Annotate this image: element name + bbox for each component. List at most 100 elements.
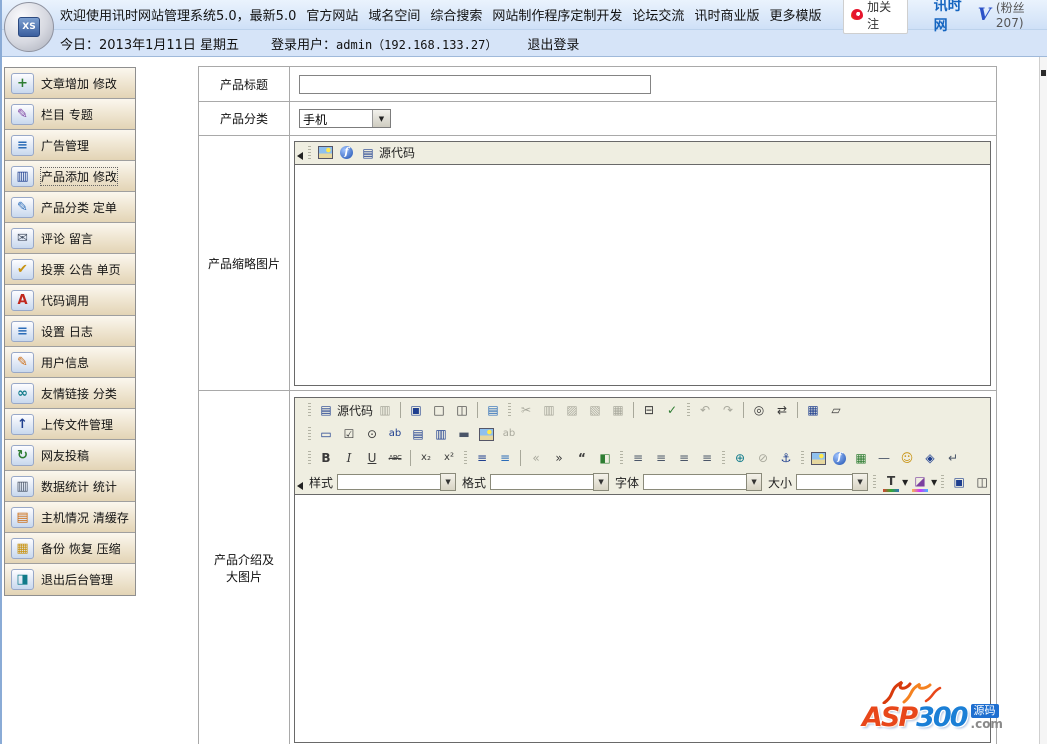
sidebar-item-ad-manage[interactable]: ≡ 广告管理 (5, 130, 135, 161)
insert-button-button[interactable]: ▬ (455, 423, 476, 445)
outdent-button[interactable]: « (527, 447, 548, 469)
align-justify-button[interactable]: ≡ (698, 447, 719, 469)
combo-value-box[interactable] (490, 474, 593, 490)
sidebar-item-code-call[interactable]: A 代码调用 (5, 285, 135, 316)
style-combo[interactable]: 样式 ▼ (309, 473, 456, 491)
paste-word-button[interactable]: ▦ (609, 399, 630, 421)
subscript-button[interactable]: x₂ (417, 447, 438, 469)
dropdown-arrow-icon[interactable]: ▼ (440, 473, 456, 491)
dropdown-arrow-icon[interactable]: ▼ (746, 473, 762, 491)
combo-value-box[interactable] (643, 474, 746, 490)
horizontal-rule-button[interactable]: — (875, 447, 896, 469)
align-right-button[interactable]: ≡ (675, 447, 696, 469)
size-combo[interactable]: 大小 ▼ (768, 473, 868, 491)
superscript-button[interactable]: x² (440, 447, 461, 469)
sidebar-item-column-topic[interactable]: ✎ 栏目 专题 (5, 99, 135, 130)
unlink-button[interactable]: ⊘ (754, 447, 775, 469)
paste-text-button[interactable]: ▧ (586, 399, 607, 421)
spellcheck-button[interactable]: ✓ (663, 399, 684, 421)
templates-button[interactable]: ▤ (484, 399, 505, 421)
remove-format-button[interactable]: ▱ (827, 399, 848, 421)
anchor-button[interactable]: ⚓ (777, 447, 798, 469)
blockquote-button[interactable]: “ (573, 447, 594, 469)
sidebar-item-upload-file-manage[interactable]: ↑ 上传文件管理 (5, 409, 135, 440)
dropdown-arrow-icon[interactable]: ▼ (372, 110, 390, 127)
product-category-select[interactable]: 手机 ▼ (299, 109, 391, 128)
underline-button[interactable]: U (363, 447, 384, 469)
insert-textfield-button[interactable]: ab (386, 423, 407, 445)
insert-radio-button[interactable]: ⊙ (363, 423, 384, 445)
strikethrough-button[interactable]: ABC (386, 447, 407, 469)
weibo-follow-button[interactable]: 加关注 (843, 0, 907, 34)
special-char-button[interactable]: ◈ (921, 447, 942, 469)
font-combo[interactable]: 字体 ▼ (615, 473, 762, 491)
replace-button[interactable]: ⇄ (773, 399, 794, 421)
undo-button[interactable]: ↶ (696, 399, 717, 421)
select-all-button[interactable]: ▦ (804, 399, 825, 421)
product-title-input[interactable] (299, 75, 651, 94)
unordered-list-button[interactable]: ≡ (496, 447, 517, 469)
nav-domain-space[interactable]: 域名空间 (368, 5, 420, 24)
redo-button[interactable]: ↷ (719, 399, 740, 421)
paste-button[interactable]: ▨ (563, 399, 584, 421)
maximize-button[interactable]: ▣ (950, 471, 971, 493)
print-button[interactable]: ⊟ (640, 399, 661, 421)
text-color-button[interactable]: T▾ (882, 471, 909, 493)
insert-flash-button[interactable]: f (832, 447, 850, 469)
dropdown-arrow-icon[interactable]: ▼ (593, 473, 609, 491)
insert-image-button[interactable] (810, 447, 830, 469)
combo-value-box[interactable] (796, 474, 852, 490)
insert-image-button[interactable] (317, 142, 337, 164)
smiley-button[interactable]: ☺ (898, 447, 919, 469)
bold-button[interactable]: B (317, 447, 338, 469)
format-combo[interactable]: 格式 ▼ (462, 473, 609, 491)
cut-button[interactable]: ✂ (517, 399, 538, 421)
sidebar-item-settings-log[interactable]: ≡ 设置 日志 (5, 316, 135, 347)
sidebar-item-user-submission[interactable]: ↻ 网友投稿 (5, 440, 135, 471)
nav-official-site[interactable]: 官方网站 (306, 5, 358, 24)
div-container-button[interactable]: ◧ (596, 447, 617, 469)
ordered-list-button[interactable]: ≡ (473, 447, 494, 469)
toolbar-collapse-icon[interactable] (297, 152, 303, 160)
sidebar-item-backup-restore[interactable]: ▦ 备份 恢复 压缩 (5, 533, 135, 564)
sidebar-item-product-category-order[interactable]: ✎ 产品分类 定单 (5, 192, 135, 223)
insert-textarea-button[interactable]: ▤ (409, 423, 430, 445)
background-color-button[interactable]: ◪▾ (911, 471, 938, 493)
sidebar-item-exit-admin[interactable]: ◨ 退出后台管理 (5, 564, 135, 595)
new-page-button[interactable]: □ (430, 399, 451, 421)
show-blocks-button[interactable]: ◫ (973, 471, 994, 493)
italic-button[interactable]: I (340, 447, 361, 469)
sidebar-item-article-add-modify[interactable]: + 文章增加 修改 (5, 68, 135, 99)
insert-hidden-field-button[interactable]: ab (500, 423, 521, 445)
logout-link[interactable]: 退出登录 (527, 34, 579, 53)
insert-form-button[interactable]: ▭ (317, 423, 338, 445)
sidebar-item-vote-notice-page[interactable]: ✔ 投票 公告 单页 (5, 254, 135, 285)
nav-meta-search[interactable]: 综合搜索 (430, 5, 482, 24)
page-break-button[interactable]: ↵ (944, 447, 965, 469)
preview-button[interactable]: ◫ (453, 399, 474, 421)
align-left-button[interactable]: ≡ (629, 447, 650, 469)
sidebar-item-data-statistics[interactable]: ▥ 数据统计 统计 (5, 471, 135, 502)
nav-site-dev-custom[interactable]: 网站制作程序定制开发 (492, 5, 622, 24)
source-button[interactable]: ▤源代码 (317, 399, 374, 421)
nav-more-templates[interactable]: 更多模版 (769, 5, 821, 24)
save-button[interactable]: ▣ (407, 399, 428, 421)
vertical-scrollbar[interactable] (1039, 57, 1047, 744)
insert-link-button[interactable]: ⊕ (731, 447, 752, 469)
dropdown-arrow-icon[interactable]: ▼ (852, 473, 868, 491)
scrollbar-handle[interactable] (1041, 70, 1046, 76)
insert-flash-button[interactable]: f (339, 142, 357, 164)
insert-checkbox-button[interactable]: ☑ (340, 423, 361, 445)
toolbar-collapse-icon[interactable] (297, 482, 303, 490)
docprops-button[interactable]: ▥ (376, 399, 397, 421)
sidebar-item-comment-message[interactable]: ✉ 评论 留言 (5, 223, 135, 254)
copy-button[interactable]: ▥ (540, 399, 561, 421)
sidebar-item-links-category[interactable]: ∞ 友情链接 分类 (5, 378, 135, 409)
sidebar-item-user-info[interactable]: ✎ 用户信息 (5, 347, 135, 378)
thumbnail-editor-content[interactable] (295, 165, 990, 385)
insert-image-button-button[interactable] (478, 423, 498, 445)
indent-button[interactable]: » (550, 447, 571, 469)
nav-commercial-edition[interactable]: 讯时商业版 (694, 5, 759, 24)
sidebar-item-product-add-modify[interactable]: ▥ 产品添加 修改 (5, 161, 135, 192)
find-button[interactable]: ◎ (750, 399, 771, 421)
